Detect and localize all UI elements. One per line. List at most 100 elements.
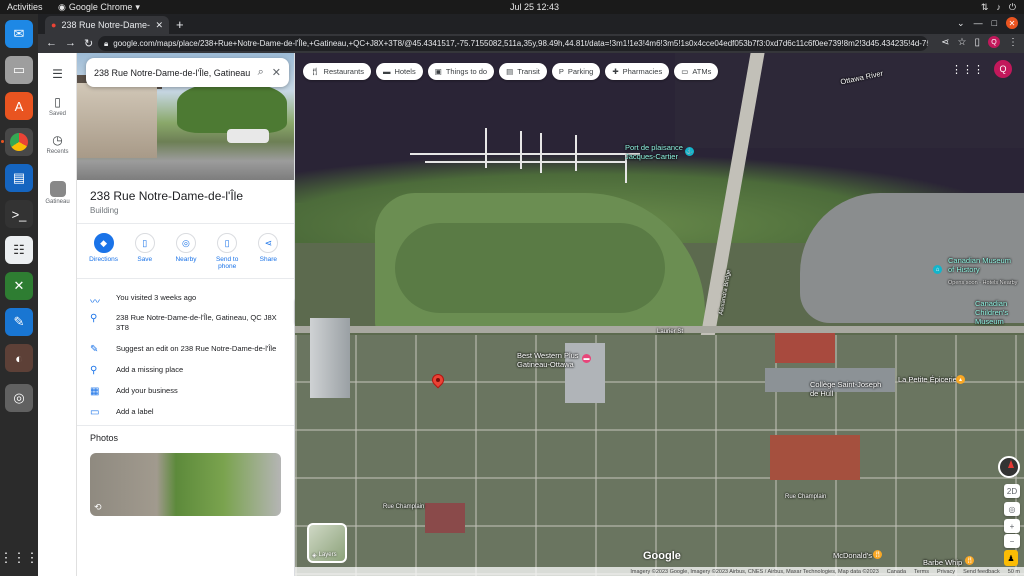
layers-icon: ◈ [312,553,317,559]
layers-button[interactable]: ◈ Layers [307,523,347,563]
label-college[interactable]: Collège Saint-Joseph de Hull [810,380,882,398]
sidepanel-icon[interactable]: ▯ [974,37,980,48]
restaurant-icon[interactable]: 🍴︎ [965,556,974,565]
chip-parking[interactable]: P Parking [551,63,601,80]
chip-transit[interactable]: ▤ Transit [499,63,547,80]
rail-saved[interactable]: ▯ Saved [38,95,77,117]
footer-privacy[interactable]: Privacy [937,569,955,575]
grid-icon[interactable]: ⋮⋮⋮ [0,544,39,572]
hamburger-menu[interactable]: ☰ [38,67,77,83]
scale-bar[interactable]: 50 m [1008,569,1020,575]
search-icon[interactable]: ⌕ [258,66,264,79]
reload-icon[interactable]: ↻ [84,37,93,50]
app-center-icon[interactable]: A [5,92,33,120]
back-icon[interactable]: ← [46,37,57,50]
menu-dots-icon[interactable]: ⋮ [1008,37,1018,48]
label-barbe[interactable]: Barbe Whip [923,558,962,567]
shop-icon[interactable]: ▴ [956,375,965,384]
chip-hotels[interactable]: ▬ Hotels [375,63,423,80]
add-label-row[interactable]: ▭ Add a label [77,407,294,418]
chip-pharmacies[interactable]: ✚ Pharmacies [605,63,670,80]
my-location-button[interactable]: ◎ [1004,502,1020,516]
minimize-icon[interactable]: — [974,18,983,28]
search-box[interactable]: 238 Rue Notre-Dame-de-l'Île, Gatineau ⌕ … [86,58,289,87]
nearby-button[interactable]: ◎ Nearby [166,233,206,270]
writer-icon[interactable]: ▤ [5,164,33,192]
chip-label: Restaurants [323,67,364,76]
app-menu[interactable]: ◉ Google Chrome ▾ [58,2,140,13]
my-location-icon: ◎ [1008,504,1016,514]
close-icon[interactable]: ✕ [155,20,163,31]
street-view-photo[interactable]: ⟲ [90,453,281,516]
remmina-icon[interactable]: ✕ [5,272,33,300]
forward-icon[interactable]: → [65,37,76,50]
send-to-phone-button[interactable]: ▯ Send to phone [207,233,247,270]
chip-things-to-do[interactable]: ▣ Things to do [427,63,495,80]
maximize-icon[interactable]: □ [992,18,997,28]
footer-feedback[interactable]: Send feedback [963,569,1000,575]
system-top-bar: Activities ◉ Google Chrome ▾ Jul 25 12:4… [0,0,1024,14]
label-icon: ▭ [90,407,100,418]
notes-icon[interactable]: ☷ [5,236,33,264]
terminal-icon[interactable]: >_ [5,200,33,228]
nearby-icon: ◎ [175,233,196,253]
suggest-edit-row[interactable]: ✎ Suggest an edit on 238 Rue Notre-Dame-… [77,344,294,355]
text-editor-icon[interactable]: ✎ [5,308,33,336]
search-input[interactable]: 238 Rue Notre-Dame-de-l'Île, Gatineau [94,68,250,78]
chrome-icon[interactable] [5,128,33,156]
files-icon[interactable]: ▭ [5,56,33,84]
label-mcdonalds[interactable]: McDonald's [833,551,872,560]
footer-terms[interactable]: Terms [914,569,929,575]
zoom-out-button[interactable]: − [1004,534,1020,548]
send-to-phone-label: Send to phone [215,256,239,270]
thunderbird-icon[interactable]: ✉ [5,20,33,48]
bookmark-icon[interactable]: ☆ [958,37,967,48]
label-hotel[interactable]: Best Western Plus Gatineau-Ottawa [517,351,587,369]
directions-button[interactable]: ◆ Directions [84,233,124,270]
hotel-icon[interactable]: ▬ [582,354,591,363]
save-button[interactable]: ▯ Save [125,233,165,270]
visited-row[interactable]: 〰 You visited 3 weeks ago [77,293,294,308]
share-button[interactable]: ⋖ Share [248,233,288,270]
google-apps-icon[interactable]: ⋮⋮⋮ [951,63,984,76]
selected-location-pin-icon[interactable] [429,371,447,390]
maps-favicon-icon: ● [51,20,57,30]
label-museum[interactable]: Canadian Museum of History [948,256,1013,274]
restaurant-icon[interactable]: 🍴︎ [873,550,882,559]
address-row[interactable]: ⚲ 238 Rue Notre-Dame-de-l'Île, Gatineau,… [77,313,294,333]
marina-icon[interactable]: ⚓ [685,147,694,156]
bed-icon: ▬ [382,67,391,76]
profile-avatar[interactable]: Q [988,36,1000,48]
map-canvas[interactable]: 🍴︎ Restaurants ▬ Hotels ▣ Things to do ▤ Tra… [295,53,1024,576]
label-childrens[interactable]: Canadian Children's Museum [975,299,1023,326]
address-bar[interactable]: 🔒︎ google.com/maps/place/238+Rue+Notre-D… [98,36,928,51]
disk-icon[interactable]: ◎ [5,384,33,412]
activities-button[interactable]: Activities [7,2,43,12]
tab-search-icon[interactable]: ⌄ [957,18,965,29]
clock[interactable]: Jul 25 12:43 [510,2,559,12]
chip-restaurants[interactable]: 🍴︎ Restaurants [303,63,371,80]
bus-icon: ▤ [506,67,514,76]
gimp-icon[interactable]: ◐ [5,344,33,372]
close-window-button[interactable]: ✕ [1006,17,1018,29]
compass-control[interactable] [998,456,1020,478]
add-business-row[interactable]: ▦ Add your business [77,386,294,397]
share-icon[interactable]: ⋖ [941,37,949,48]
new-tab-button[interactable]: + [176,17,184,32]
chip-atms[interactable]: ▭ ATMs [674,63,719,80]
rail-recents[interactable]: ◷ Recents [38,133,77,155]
system-tray[interactable]: ⇅ ♪ ⏻ [981,2,1016,13]
pegman-icon[interactable]: ♟ [1004,550,1018,566]
account-avatar[interactable]: Q [994,60,1012,78]
toggle-2d-button[interactable]: 2D [1004,484,1020,498]
footer-canada[interactable]: Canada [887,569,906,575]
museum-icon[interactable]: ⌂ [933,265,942,274]
close-icon[interactable]: ✕ [272,66,281,79]
tab-maps[interactable]: ● 238 Rue Notre-Dame-de-l'Î ✕ [45,16,169,34]
add-missing-place-text: Add a missing place [116,365,184,374]
add-missing-place-row[interactable]: ⚲ Add a missing place [77,365,294,376]
label-epicerie[interactable]: La Petite Épicerie [898,375,957,384]
rail-gatineau[interactable]: Gatineau [38,181,77,205]
zoom-in-button[interactable]: + [1004,519,1020,533]
minus-icon: − [1009,536,1015,546]
